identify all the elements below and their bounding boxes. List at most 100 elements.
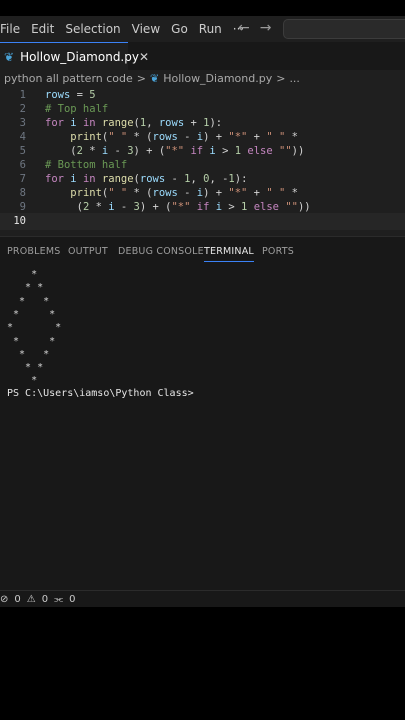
menu-item[interactable]: Selection xyxy=(65,22,120,36)
code-editor[interactable]: 1 rows = 5 2 # Top half 3 for i in range(1, r… xyxy=(0,86,405,236)
error-count: 0 xyxy=(14,593,21,605)
code-token: + xyxy=(247,187,267,199)
python-file-icon: ❦ xyxy=(150,71,160,85)
terminal-line: * * xyxy=(7,335,56,347)
code-token: , - xyxy=(209,173,229,185)
menu-item[interactable]: Edit xyxy=(31,22,54,36)
terminal-line: * * xyxy=(7,282,44,294)
code-token: rows xyxy=(152,131,178,143)
command-center-search[interactable] xyxy=(283,19,405,39)
code-token: else xyxy=(253,201,279,213)
code-token: * xyxy=(285,131,298,143)
code-token: if xyxy=(196,201,210,213)
error-icon[interactable]: ⊘ xyxy=(0,594,8,605)
panel-tab-terminal[interactable]: TERMINAL xyxy=(204,246,254,262)
terminal-line: * xyxy=(7,269,38,280)
code-token: "*" xyxy=(228,131,248,143)
terminal-line: * * xyxy=(7,362,44,374)
back-arrow-icon[interactable]: ← xyxy=(238,20,250,36)
terminal-line: * * xyxy=(7,295,50,307)
code-token: = xyxy=(70,89,90,101)
code-token: - xyxy=(108,145,128,157)
code-token: print xyxy=(70,131,102,143)
navigation-controls: ← → xyxy=(238,20,271,36)
code-token: " " xyxy=(108,187,128,199)
menu-item[interactable]: Run xyxy=(199,22,222,36)
code-token: " " xyxy=(266,187,286,199)
breadcrumb-file[interactable]: Hollow_Diamond.py xyxy=(163,72,272,85)
code-token: " " xyxy=(266,131,286,143)
breadcrumb: python all pattern code > ❦ Hollow_Diamo… xyxy=(0,70,405,86)
code-token: - xyxy=(177,187,197,199)
code-token: ) + xyxy=(203,131,229,143)
chevron-right-icon: > xyxy=(136,71,146,85)
code-token: ( xyxy=(45,145,77,157)
code-token: - xyxy=(177,131,197,143)
code-token: print xyxy=(70,187,102,199)
panel-tabs: PROBLEMS OUTPUT DEBUG CONSOLE TERMINAL PORTS xyxy=(0,243,405,265)
code-token: ) + xyxy=(203,187,229,199)
code-token: rows xyxy=(45,89,71,101)
panel-tab-debug-console[interactable]: DEBUG CONSOLE xyxy=(118,246,204,257)
code-token: ) + ( xyxy=(139,201,172,213)
close-icon[interactable]: ✕ xyxy=(139,50,149,64)
breadcrumb-symbols[interactable]: ... xyxy=(289,72,300,85)
code-token: rows xyxy=(158,117,185,129)
code-token: * xyxy=(89,201,109,213)
code-token: in xyxy=(82,173,96,185)
code-token: for xyxy=(45,173,64,185)
warning-count: 0 xyxy=(41,593,49,605)
panel-tab-ports[interactable]: PORTS xyxy=(262,246,294,257)
code-token: rows xyxy=(139,173,166,185)
code-token: "*" xyxy=(171,201,191,213)
menu-bar: File Edit Selection View Go Run ··· xyxy=(0,22,244,36)
code-token: - xyxy=(165,173,185,185)
warning-icon[interactable]: ⚠ xyxy=(27,594,36,605)
terminal-line: * * xyxy=(7,322,62,334)
forward-arrow-icon[interactable]: → xyxy=(260,20,272,36)
menu-item[interactable]: View xyxy=(132,22,160,36)
code-token: ) + ( xyxy=(133,145,166,157)
title-bar: File Edit Selection View Go Run ··· ← → xyxy=(0,16,405,42)
code-token: for xyxy=(45,117,64,129)
code-token: > xyxy=(215,145,235,157)
code-token: )) xyxy=(291,145,305,157)
code-token: + xyxy=(247,131,267,143)
code-token: > xyxy=(222,201,242,213)
code-token: else xyxy=(247,145,273,157)
terminal-line: * xyxy=(7,375,38,387)
code-token: range xyxy=(101,117,134,129)
code-token: * xyxy=(285,187,298,199)
terminal-line: * * xyxy=(7,308,56,320)
menu-item[interactable]: File xyxy=(0,22,20,36)
ports-icon[interactable]: ⫘ xyxy=(54,594,63,605)
code-token: + xyxy=(184,117,204,129)
editor-tab-bar: ❦ Hollow_Diamond.py ✕ xyxy=(0,42,405,71)
code-token: # Top half xyxy=(45,103,109,115)
terminal-line: * * xyxy=(7,348,50,360)
tab-hollow-diamond[interactable]: ❦ Hollow_Diamond.py ✕ xyxy=(0,42,149,71)
ports-count: 0 xyxy=(69,593,76,605)
code-token: * xyxy=(82,145,102,157)
line-number: 10 xyxy=(13,215,26,227)
breadcrumb-folder[interactable]: python all pattern code xyxy=(4,72,133,85)
code-token: rows xyxy=(152,187,178,199)
python-file-icon: ❦ xyxy=(4,50,15,64)
code-token: ): xyxy=(209,117,223,129)
code-token: " " xyxy=(108,131,128,143)
menu-item[interactable]: Go xyxy=(171,22,188,36)
panel-tab-output[interactable]: OUTPUT xyxy=(68,246,108,257)
code-token: range xyxy=(101,173,134,185)
code-token: # Bottom half xyxy=(45,159,128,171)
terminal-prompt[interactable]: PS C:\Users\iamso\Python Class> xyxy=(7,388,194,399)
status-bar: ⊘ 0 ⚠ 0 ⫘ 0 xyxy=(0,590,405,607)
code-token: )) xyxy=(297,201,311,213)
chevron-right-icon: > xyxy=(276,71,286,85)
code-token: , xyxy=(146,117,159,129)
panel-tab-problems[interactable]: PROBLEMS xyxy=(7,246,60,257)
code-token: - xyxy=(114,201,134,213)
code-token: , xyxy=(190,173,204,185)
code-line[interactable]: 10 xyxy=(0,213,405,230)
